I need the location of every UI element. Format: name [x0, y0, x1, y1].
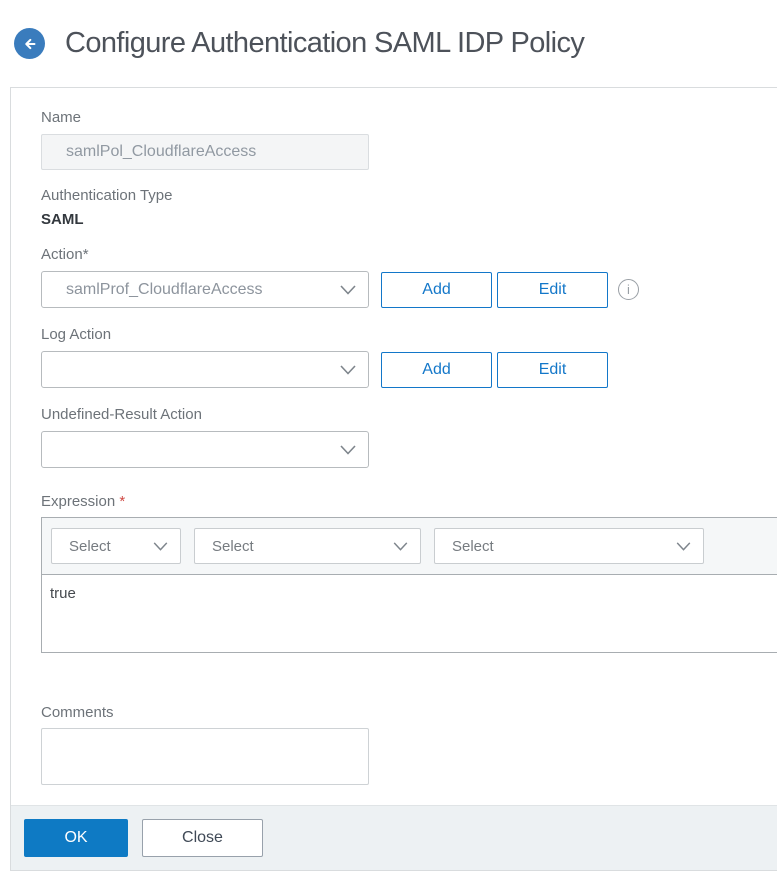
arrow-left-icon [21, 35, 39, 53]
name-label: Name [41, 109, 82, 126]
expression-label: Expression * [41, 493, 126, 510]
expression-select-2[interactable]: Select [194, 528, 421, 564]
close-button[interactable]: Close [142, 819, 263, 857]
expression-select-3[interactable]: Select [434, 528, 704, 564]
log-action-edit-button[interactable]: Edit [497, 351, 608, 388]
action-edit-button[interactable]: Edit [497, 271, 608, 308]
chevron-down-icon [393, 541, 408, 551]
expression-editor: Select Select Select true [41, 517, 777, 653]
action-add-button[interactable]: Add [381, 271, 492, 308]
log-action-dropdown[interactable] [41, 351, 369, 388]
name-input [41, 134, 369, 170]
expression-toolbar: Select Select Select [42, 518, 777, 575]
undefined-action-dropdown[interactable] [41, 431, 369, 468]
action-dropdown-value: samlProf_CloudflareAccess [66, 280, 263, 298]
log-action-add-button[interactable]: Add [381, 351, 492, 388]
expression-select-1[interactable]: Select [51, 528, 181, 564]
expression-select-3-value: Select [452, 537, 494, 555]
ok-button[interactable]: OK [24, 819, 128, 857]
info-icon[interactable] [618, 279, 639, 300]
action-label: Action* [41, 246, 89, 263]
auth-type-label: Authentication Type [41, 187, 173, 204]
expression-select-2-value: Select [212, 537, 254, 555]
chevron-down-icon [340, 444, 356, 455]
auth-type-value: SAML [41, 211, 84, 228]
page-title: Configure Authentication SAML IDP Policy [65, 27, 585, 59]
expression-select-1-value: Select [69, 537, 111, 555]
required-asterisk: * [119, 493, 126, 510]
form-footer: OK Close [11, 805, 777, 871]
page-header: Configure Authentication SAML IDP Policy [0, 0, 777, 87]
action-dropdown[interactable]: samlProf_CloudflareAccess [41, 271, 369, 308]
form-panel: Name Authentication Type SAML Action* sa… [10, 87, 777, 871]
chevron-down-icon [340, 364, 356, 375]
chevron-down-icon [676, 541, 691, 551]
comments-label: Comments [41, 704, 114, 721]
log-action-label: Log Action [41, 326, 112, 343]
comments-textarea[interactable] [41, 728, 369, 785]
back-button[interactable] [14, 28, 45, 59]
expression-textarea[interactable]: true [42, 575, 777, 652]
undefined-action-label: Undefined-Result Action [41, 406, 202, 423]
chevron-down-icon [340, 284, 356, 295]
chevron-down-icon [153, 541, 168, 551]
